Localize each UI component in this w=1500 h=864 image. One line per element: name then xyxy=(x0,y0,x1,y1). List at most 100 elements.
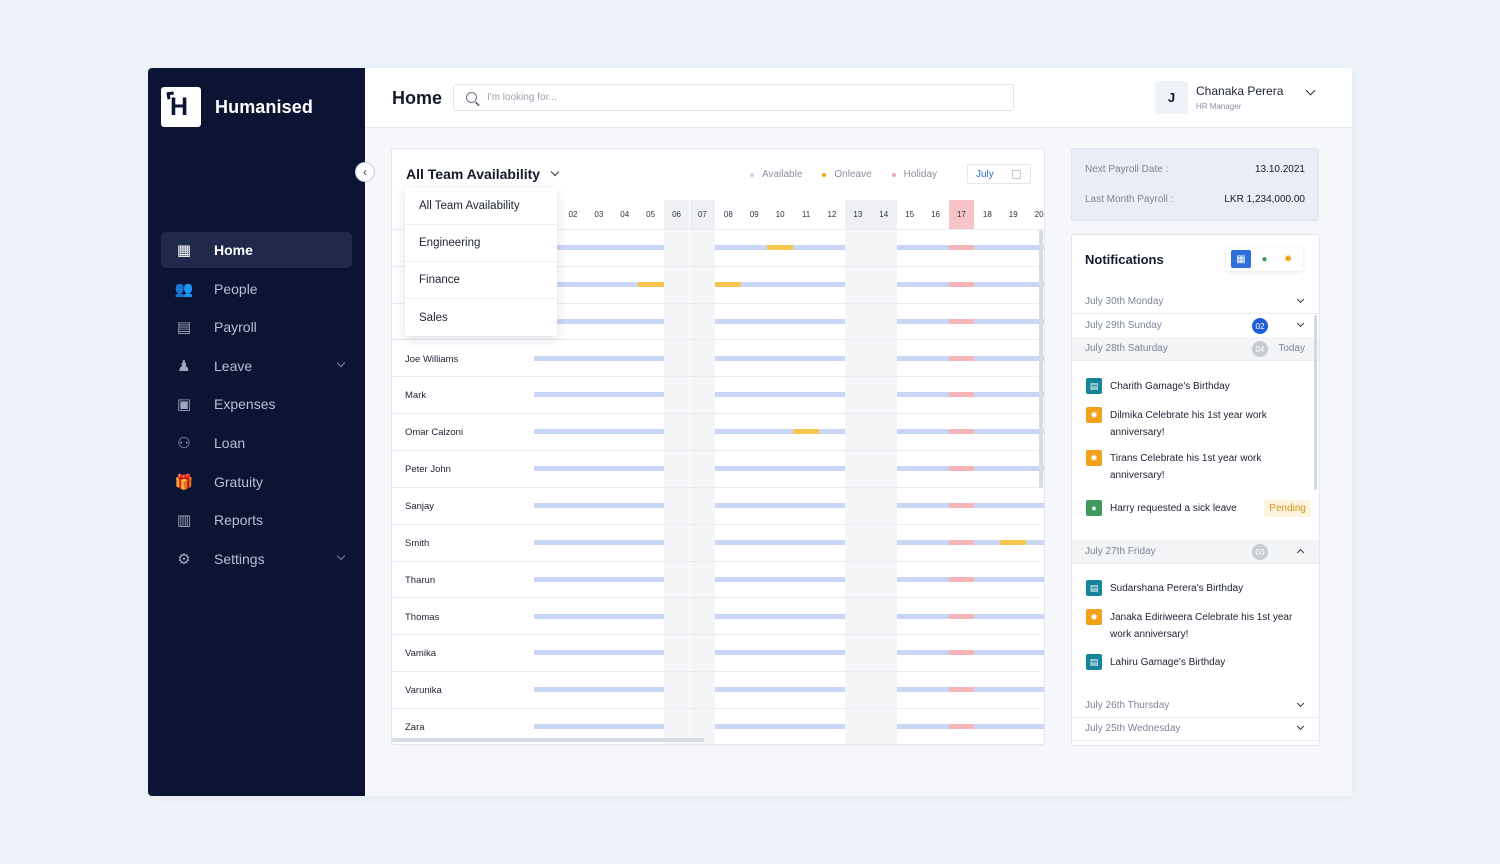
notifications-scrollbar[interactable] xyxy=(1314,315,1317,490)
availability-bar xyxy=(896,392,924,398)
month-picker[interactable]: July xyxy=(967,164,1031,184)
availability-bar xyxy=(793,650,820,656)
availability-row[interactable]: Varunika xyxy=(392,672,1044,709)
notification-day-header[interactable]: July 29th Sunday 02 xyxy=(1072,314,1319,338)
dropdown-option[interactable]: Engineering xyxy=(405,225,557,262)
availability-row[interactable]: Thomas xyxy=(392,599,1044,636)
sidebar-item-settings[interactable]: ⚙ Settings xyxy=(161,541,352,577)
dropdown-option[interactable]: All Team Availability xyxy=(405,188,557,225)
dropdown-option[interactable]: Finance xyxy=(405,262,557,299)
horizontal-scrollbar[interactable] xyxy=(392,738,704,742)
legend-dot xyxy=(822,172,827,177)
availability-bar xyxy=(922,539,949,545)
availability-bar xyxy=(585,650,613,656)
celebration-notifications-tab[interactable]: ✹ xyxy=(1278,250,1298,268)
availability-bar xyxy=(793,355,820,361)
availability-bar xyxy=(534,576,560,582)
availability-row[interactable]: Peter John xyxy=(392,451,1044,488)
availability-bar xyxy=(767,724,794,730)
notification-day-header[interactable]: July 28th Saturday 04 Today xyxy=(1072,337,1319,361)
availability-bar xyxy=(585,502,613,508)
sidebar-item-expenses[interactable]: ▣ Expenses xyxy=(161,386,352,422)
day-header: 16 xyxy=(922,200,949,230)
availability-bar xyxy=(922,466,949,472)
availability-row[interactable]: Tharun xyxy=(392,562,1044,599)
all-notifications-tab[interactable]: ▦ xyxy=(1230,250,1251,268)
availability-row[interactable]: Smith xyxy=(392,525,1044,562)
search-input[interactable] xyxy=(487,92,967,103)
sidebar-item-gratuity[interactable]: 🎁 Gratuity xyxy=(161,464,352,500)
notification-day-header[interactable]: July 30th Monday xyxy=(1072,290,1319,314)
notification-day-header[interactable]: July 26th Thursday xyxy=(1072,694,1319,718)
sidebar-item-payroll[interactable]: ▤ Payroll xyxy=(161,309,352,345)
availability-bar xyxy=(741,281,768,287)
dropdown-option[interactable]: Sales xyxy=(405,299,557,336)
notification-item[interactable]: ✹ Dilmika Celebrate his 1st year work ann… xyxy=(1086,407,1311,441)
payroll-icon: ▤ xyxy=(176,319,192,337)
people-notifications-tab[interactable]: ● xyxy=(1254,250,1274,268)
notification-day-header[interactable]: July 27th Friday 03 xyxy=(1072,540,1319,564)
notification-item[interactable]: ▤ Charith Gamage's Birthday xyxy=(1086,378,1311,395)
availability-bar xyxy=(793,245,820,250)
availability-bar xyxy=(974,687,1001,693)
logo: H xyxy=(161,87,201,127)
availability-row[interactable]: Mark xyxy=(392,377,1044,415)
availability-bar xyxy=(793,576,820,582)
notification-item[interactable]: ▤ Lahiru Gamage's Birthday xyxy=(1086,654,1311,671)
chevron-down-icon[interactable] xyxy=(1296,319,1305,328)
chevron-down-icon[interactable] xyxy=(1296,295,1305,304)
availability-bar xyxy=(585,429,613,435)
sidebar-item-loan[interactable]: ⚇ Loan xyxy=(161,425,352,461)
availability-bar xyxy=(767,687,794,693)
availability-bar xyxy=(715,613,742,619)
chevron-down-icon[interactable] xyxy=(1296,722,1305,731)
availability-bar xyxy=(585,281,613,287)
sidebar-item-label: People xyxy=(214,280,258,297)
user-menu[interactable]: J Chanaka Perera HR Manager xyxy=(1155,81,1316,114)
notification-day-header[interactable]: July 25th Wednesday xyxy=(1072,717,1319,741)
chevron-down-icon[interactable] xyxy=(1305,85,1316,96)
chevron-down-icon[interactable] xyxy=(1296,699,1305,708)
availability-bar xyxy=(896,281,924,287)
availability-row[interactable]: Sanjay xyxy=(392,488,1044,525)
sidebar-item-people[interactable]: 👥 People xyxy=(161,271,352,307)
availability-bar xyxy=(611,576,639,582)
availability-bar xyxy=(560,539,587,545)
employee-name: Zara xyxy=(405,722,425,734)
leave-bar xyxy=(637,281,665,287)
availability-bar xyxy=(1000,502,1027,508)
sidebar-item-reports[interactable]: ▥ Reports xyxy=(161,502,352,538)
collapse-sidebar-button[interactable]: ‹ xyxy=(355,162,375,182)
chevron-down-icon[interactable] xyxy=(336,358,346,368)
notification-text: Sudarshana Perera's Birthday xyxy=(1110,583,1244,594)
notification-item[interactable]: ● Harry requested a sick leave Pending xyxy=(1086,500,1311,517)
availability-filter[interactable]: All Team Availability xyxy=(406,166,560,182)
holiday-bar xyxy=(948,466,975,472)
availability-bar xyxy=(922,502,949,508)
notification-item[interactable]: ✹ Janaka Ediriweera Celebrate his 1st yea… xyxy=(1086,609,1311,643)
notification-text: Harry requested a sick leave xyxy=(1110,503,1237,514)
holiday-bar xyxy=(948,576,975,582)
vertical-scrollbar[interactable] xyxy=(1039,230,1043,488)
availability-bar xyxy=(767,576,794,582)
notification-item[interactable]: ▤ Sudarshana Perera's Birthday xyxy=(1086,580,1311,597)
availability-row[interactable]: Vamika xyxy=(392,635,1044,673)
day-label: July 25th Wednesday xyxy=(1085,722,1181,734)
sidebar-item-home[interactable]: ▦ Home xyxy=(161,232,352,268)
availability-row[interactable]: Joe Williams xyxy=(392,341,1044,378)
availability-bar xyxy=(819,355,846,361)
search-box[interactable] xyxy=(453,84,1014,111)
chevron-up-icon[interactable] xyxy=(1296,548,1305,557)
day-label: July 30th Monday xyxy=(1085,295,1164,307)
availability-bar xyxy=(715,245,742,250)
availability-row[interactable]: Omar Calzoni xyxy=(392,414,1044,452)
legend-label: Holiday xyxy=(903,169,938,180)
day-header: 05 xyxy=(637,200,664,230)
sidebar-item-leave[interactable]: ♟ Leave xyxy=(161,348,352,384)
availability-bar xyxy=(741,466,768,472)
sidebar-item-label: Gratuity xyxy=(214,473,264,490)
notification-item[interactable]: ✹ Tirans Celebrate his 1st year work anni… xyxy=(1086,450,1311,484)
chevron-down-icon[interactable] xyxy=(336,551,346,560)
brand[interactable]: H Humanised xyxy=(161,87,313,127)
availability-bar xyxy=(560,429,587,435)
